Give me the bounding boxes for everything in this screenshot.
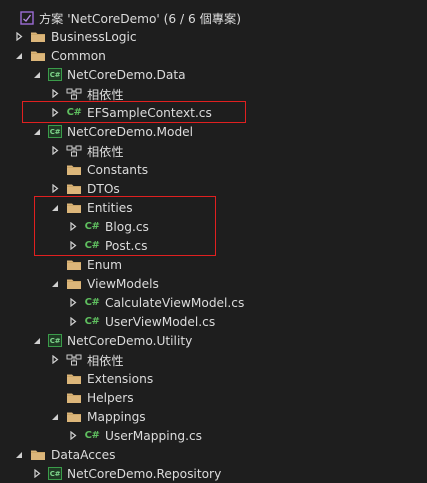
csharp-file-icon: C# (84, 430, 100, 441)
tree-item-label: NetCoreDemo.Data (67, 67, 186, 82)
tree-item-dtos[interactable]: DTOs (0, 179, 427, 198)
tree-item-mappings[interactable]: Mappings (0, 407, 427, 426)
folder-icon (66, 259, 82, 271)
expand-arrow-icon[interactable] (68, 298, 78, 308)
tree-item-label: NetCoreDemo.Repository (67, 466, 222, 481)
tree-item-solution[interactable]: 方案 'NetCoreDemo' (6 / 6 個專案) (0, 8, 427, 27)
tree-item-label: Mappings (87, 409, 146, 424)
tree-item-label: NetCoreDemo.Utility (67, 333, 193, 348)
tree-item-label: Post.cs (105, 238, 148, 253)
tree-item-label: EFSampleContext.cs (87, 105, 212, 120)
folder-icon (30, 50, 46, 62)
collapse-arrow-icon[interactable] (14, 450, 24, 460)
tree-item-extensions[interactable]: Extensions (0, 369, 427, 388)
expand-arrow-icon[interactable] (68, 317, 78, 327)
expand-arrow-icon[interactable] (50, 146, 60, 156)
tree-item-label: CalculateViewModel.cs (105, 295, 245, 310)
collapse-arrow-icon[interactable] (50, 279, 60, 289)
folder-icon (66, 392, 82, 404)
tree-item-label: UserViewModel.cs (105, 314, 216, 329)
tree-item-label: Helpers (87, 390, 134, 405)
tree-item-label: Constants (87, 162, 149, 177)
tree-item-dependencies[interactable]: 相依性 (0, 141, 427, 160)
tree-item-label: DTOs (87, 181, 120, 196)
expand-arrow-icon[interactable] (14, 32, 24, 42)
tree-item-label: Entities (87, 200, 133, 215)
csharp-file-icon: C# (84, 221, 100, 232)
solution-icon (20, 10, 34, 25)
folder-icon (66, 411, 82, 423)
expand-arrow-icon[interactable] (68, 222, 78, 232)
tree-item-enum[interactable]: Enum (0, 255, 427, 274)
tree-item-label: 方案 'NetCoreDemo' (6 / 6 個專案) (39, 11, 241, 26)
tree-item-constants[interactable]: Constants (0, 160, 427, 179)
tree-item-label: 相依性 (87, 87, 124, 102)
tree-item-dataacces[interactable]: DataAcces (0, 445, 427, 464)
tree-item-entities[interactable]: Entities (0, 198, 427, 217)
tree-item-label: NetCoreDemo.Model (67, 124, 194, 139)
collapse-arrow-icon[interactable] (50, 203, 60, 213)
expand-arrow-icon[interactable] (68, 431, 78, 441)
tree-item-label: 相依性 (87, 144, 124, 159)
tree-item-netcoredemo-model[interactable]: C# NetCoreDemo.Model (0, 122, 427, 141)
tree-item-businesslogic[interactable]: BusinessLogic (0, 27, 427, 46)
dependencies-icon (66, 145, 82, 157)
tree-item-userviewmodel-cs[interactable]: C# UserViewModel.cs (0, 312, 427, 331)
collapse-arrow-icon[interactable] (32, 336, 42, 346)
tree-item-label: ViewModels (87, 276, 159, 291)
expand-arrow-icon[interactable] (68, 241, 78, 251)
tree-item-blog-cs[interactable]: C# Blog.cs (0, 217, 427, 236)
csharp-project-icon: C# (48, 125, 62, 138)
tree-item-usermapping-cs[interactable]: C# UserMapping.cs (0, 426, 427, 445)
tree-item-dependencies[interactable]: 相依性 (0, 84, 427, 103)
folder-icon (66, 373, 82, 385)
tree-item-viewmodels[interactable]: ViewModels (0, 274, 427, 293)
folder-icon (30, 31, 46, 43)
collapse-arrow-icon[interactable] (14, 51, 24, 61)
tree-item-label: 相依性 (87, 353, 124, 368)
tree-item-label: Extensions (87, 371, 154, 386)
folder-icon (66, 164, 82, 176)
tree-item-label: Common (51, 48, 106, 63)
collapse-arrow-icon[interactable] (32, 127, 42, 137)
tree-item-common[interactable]: Common (0, 46, 427, 65)
folder-icon (30, 449, 46, 461)
csharp-file-icon: C# (84, 240, 100, 251)
tree-item-label: Blog.cs (105, 219, 149, 234)
tree-item-label: DataAcces (51, 447, 116, 462)
expand-arrow-icon[interactable] (50, 108, 60, 118)
csharp-project-icon: C# (48, 467, 62, 480)
folder-icon (66, 183, 82, 195)
dependencies-icon (66, 88, 82, 100)
tree-item-netcoredemo-repository[interactable]: C# NetCoreDemo.Repository (0, 464, 427, 483)
csharp-project-icon: C# (48, 68, 62, 81)
tree-item-helpers[interactable]: Helpers (0, 388, 427, 407)
expand-arrow-icon[interactable] (32, 469, 42, 479)
tree-item-label: UserMapping.cs (105, 428, 203, 443)
csharp-project-icon: C# (48, 334, 62, 347)
expand-arrow-icon[interactable] (50, 355, 60, 365)
tree-item-label: BusinessLogic (51, 29, 137, 44)
tree-item-dependencies[interactable]: 相依性 (0, 350, 427, 369)
collapse-arrow-icon[interactable] (32, 70, 42, 80)
tree-item-calculateviewmodel-cs[interactable]: C# CalculateViewModel.cs (0, 293, 427, 312)
tree-item-label: Enum (87, 257, 123, 272)
tree-item-efsamplecontext-cs[interactable]: C# EFSampleContext.cs (0, 103, 427, 122)
csharp-file-icon: C# (66, 107, 82, 118)
tree-item-netcoredemo-data[interactable]: C# NetCoreDemo.Data (0, 65, 427, 84)
csharp-file-icon: C# (84, 297, 100, 308)
folder-icon (66, 278, 82, 290)
tree-item-netcoredemo-utility[interactable]: C# NetCoreDemo.Utility (0, 331, 427, 350)
tree-item-post-cs[interactable]: C# Post.cs (0, 236, 427, 255)
expand-arrow-icon[interactable] (50, 89, 60, 99)
folder-icon (66, 202, 82, 214)
collapse-arrow-icon[interactable] (50, 412, 60, 422)
dependencies-icon (66, 354, 82, 366)
expand-arrow-icon[interactable] (50, 184, 60, 194)
csharp-file-icon: C# (84, 316, 100, 327)
